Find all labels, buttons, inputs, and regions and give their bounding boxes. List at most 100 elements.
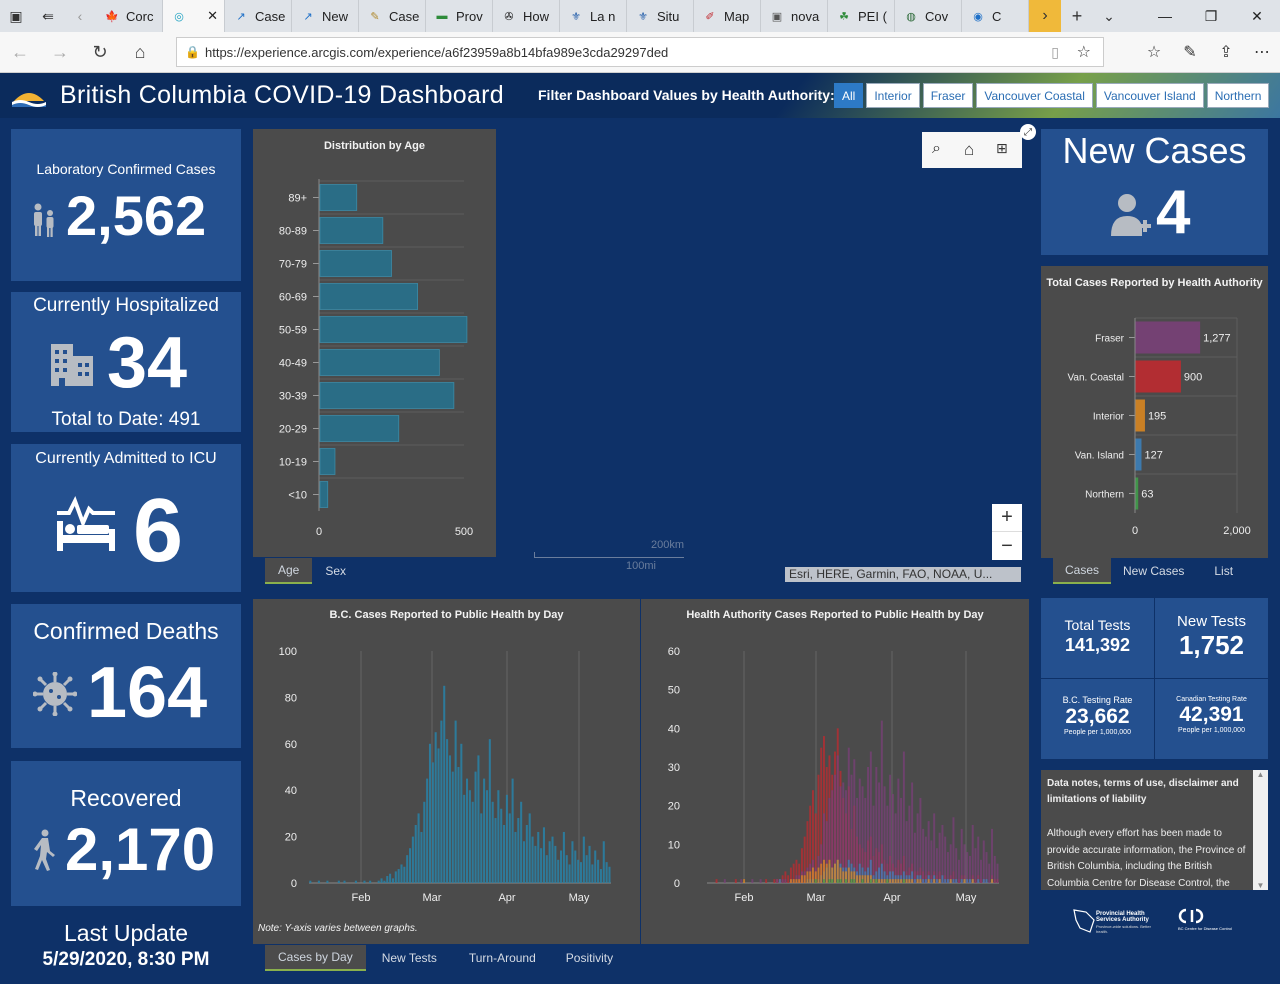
daily-bar [354, 880, 357, 883]
browser-tab-11[interactable]: ☘ PEI ( [828, 0, 895, 32]
url-field[interactable]: 🔒 https://experience.arcgis.com/experien… [176, 37, 1104, 67]
x-tick-label: Apr [498, 892, 515, 904]
data-notes-panel[interactable]: Data notes, terms of use, disclaimer and… [1041, 770, 1268, 890]
tab-positivity[interactable]: Positivity [552, 945, 627, 971]
tab-favicon-icon: ✇ [504, 10, 514, 23]
favorite-star-icon[interactable]: ☆ [1077, 42, 1091, 62]
daily-bar [938, 879, 941, 883]
x-tick-label: Apr [883, 892, 900, 904]
daily-bar [831, 879, 834, 883]
age-bar [319, 250, 392, 277]
y-tick-label: 40 [668, 723, 680, 735]
qr-code-icon[interactable]: ⊞ [996, 140, 1008, 157]
browser-tab-5[interactable]: ▬ Prov [426, 0, 493, 32]
tab-favicon-icon: ◉ [973, 10, 983, 23]
filter-interior-button[interactable]: Interior [866, 83, 920, 108]
x-tick-label: 0 [316, 526, 322, 538]
more-icon[interactable]: ⋯ [1244, 32, 1280, 72]
browser-tab-10[interactable]: ▣ nova [761, 0, 828, 32]
kpi-value: 2,562 [66, 184, 207, 247]
pen-icon[interactable]: ✎ [1172, 32, 1208, 72]
daily-bar [919, 879, 922, 883]
map-home-icon[interactable]: ⌂ [964, 140, 974, 160]
browser-tab-6[interactable]: ✇ How [493, 0, 560, 32]
scroll-up-icon[interactable]: ▲ [1253, 770, 1268, 779]
daily-bar [508, 813, 511, 883]
tab-list[interactable]: List [1196, 558, 1251, 584]
age-tick-label: 10-19 [279, 457, 307, 469]
browser-tab-13[interactable]: ◉ C [962, 0, 1029, 32]
restore-icon[interactable]: ❐ [1188, 0, 1234, 32]
minimize-icon[interactable]: — [1142, 0, 1188, 32]
filter-all-button[interactable]: All [834, 83, 864, 108]
tab-scroll-right-icon[interactable]: › [1029, 0, 1061, 32]
daily-bar [386, 876, 389, 883]
tab-age[interactable]: Age [265, 558, 313, 584]
daily-bar [952, 879, 955, 883]
tab-new-cases[interactable]: New Cases [1111, 558, 1196, 584]
fullscreen-icon[interactable]: ⤢ [1020, 124, 1036, 140]
favorites-bar-icon[interactable]: ☆ [1136, 32, 1172, 72]
browser-tab-1[interactable]: ◎ ✕ [163, 0, 225, 32]
tab-new-tests[interactable]: New Tests [366, 945, 453, 971]
browser-tab-3[interactable]: ↗ New [292, 0, 359, 32]
zoom-in-button[interactable]: + [992, 504, 1022, 532]
browser-tab-0[interactable]: 🍁 Corc [96, 0, 163, 32]
daily-bar [933, 879, 936, 883]
notes-scrollbar[interactable]: ▲ ▼ [1253, 770, 1268, 890]
map-search-icon[interactable]: ⌕ [932, 140, 941, 158]
browser-tab-4[interactable]: ✎ Case [359, 0, 426, 32]
bc-rate-value: 23,662 [1065, 705, 1130, 728]
daily-bar [880, 879, 883, 883]
y-tick-label: 100 [279, 646, 297, 658]
browser-tab-12[interactable]: ◍ Cov [895, 0, 962, 32]
filter-fraser-button[interactable]: Fraser [922, 83, 974, 108]
daily-bar [787, 875, 790, 883]
age-tick-label: 30-39 [279, 391, 307, 403]
tab-cases[interactable]: Cases [1053, 558, 1112, 584]
phsa-logo: Provincial Health Services Authority Pro… [1072, 908, 1162, 936]
close-window-icon[interactable]: ✕ [1234, 0, 1280, 32]
scroll-down-icon[interactable]: ▼ [1253, 881, 1268, 890]
filter-vancouver-coastal-button[interactable]: Vancouver Coastal [976, 83, 1093, 108]
filter-vancouver-island-button[interactable]: Vancouver Island [1095, 83, 1204, 108]
map-attribution[interactable]: Esri, HERE, Garmin, FAO, NOAA, U... [785, 567, 1021, 582]
zoom-out-button[interactable]: − [992, 532, 1022, 560]
reading-view-icon[interactable]: ▯ [1051, 44, 1059, 61]
daily-bar [913, 879, 916, 883]
tab-cases-by-day[interactable]: Cases by Day [265, 945, 366, 971]
x-tick-label: Feb [735, 892, 754, 904]
new-tab-icon[interactable]: + [1061, 0, 1093, 32]
tab-list-chevron-down-icon[interactable]: ⌄ [1093, 0, 1125, 32]
home-icon[interactable]: ⌂ [120, 32, 160, 72]
daily-bar [511, 778, 514, 883]
daily-bar [949, 879, 952, 883]
daily-bar [417, 813, 420, 883]
forward-arrow-icon[interactable]: → [40, 32, 80, 72]
browser-tab-8[interactable]: ⚜ Situ [627, 0, 694, 32]
tab-actions-icon[interactable]: ▣ [0, 0, 32, 32]
last-update-block: Last Update 5/29/2020, 8:30 PM [11, 920, 241, 971]
daily-bar [946, 879, 949, 883]
age-tick-label: <10 [288, 490, 307, 502]
age-bar [319, 184, 358, 211]
close-tab-icon[interactable]: ✕ [207, 8, 218, 24]
browser-tab-9[interactable]: ✐ Map [694, 0, 761, 32]
tab-title: Prov [456, 8, 483, 24]
icu-bed-icon [57, 495, 115, 551]
refresh-icon[interactable]: ↻ [80, 32, 120, 72]
tab-turn-around[interactable]: Turn-Around [453, 945, 552, 971]
total-tests-card: Total Tests 141,392 [1041, 598, 1154, 678]
browser-tab-7[interactable]: ⚜ La n [560, 0, 627, 32]
tab-scroll-left-icon[interactable]: ‹ [64, 0, 96, 32]
share-icon[interactable]: ⇪ [1208, 32, 1244, 72]
map-view[interactable]: ⌕ ⌂ ⊞ ⤢ + − 200km 100mi [496, 124, 1036, 586]
tab-sex[interactable]: Sex [312, 558, 359, 584]
daily-bar [765, 879, 768, 883]
back-arrow-icon[interactable]: ← [0, 32, 40, 72]
filter-northern-button[interactable]: Northern [1206, 83, 1270, 108]
ha-data-label: 127 [1144, 450, 1162, 462]
daily-bar [867, 875, 870, 883]
set-tabs-aside-icon[interactable]: ⇚ [32, 0, 64, 32]
browser-tab-2[interactable]: ↗ Case [225, 0, 292, 32]
